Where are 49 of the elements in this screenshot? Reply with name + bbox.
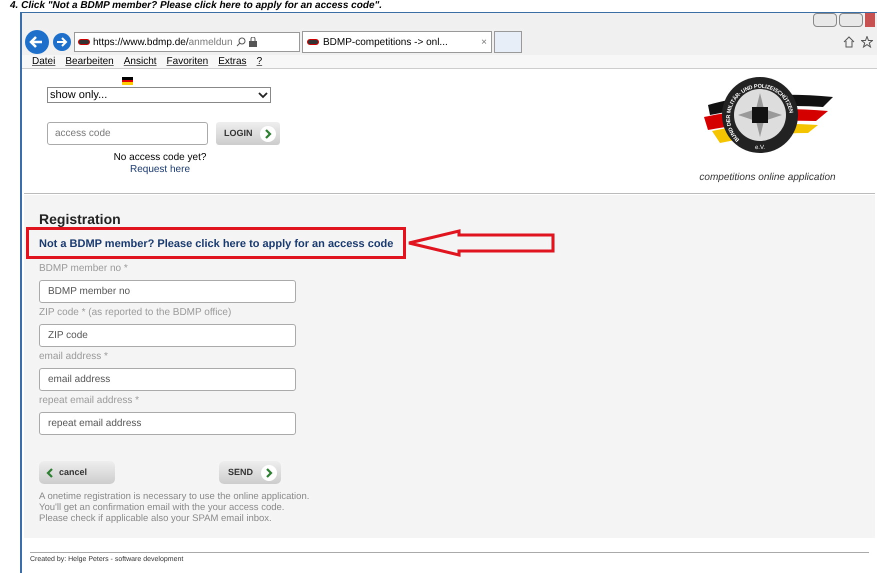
menu-item[interactable]: Bearbeiten bbox=[65, 54, 114, 69]
menu-item[interactable]: Extras bbox=[218, 54, 247, 69]
back-button[interactable] bbox=[24, 29, 50, 55]
site-icon bbox=[307, 39, 319, 45]
minimize-button[interactable] bbox=[813, 13, 837, 27]
menu-item[interactable]: Favoriten bbox=[166, 54, 208, 69]
url-text: https://www.bdmp.de/anmeldun bbox=[93, 36, 233, 50]
tab-close[interactable]: × bbox=[481, 34, 487, 50]
address-bar[interactable]: https://www.bdmp.de/anmeldun bbox=[74, 32, 300, 52]
text-field[interactable]: ZIP code bbox=[39, 324, 296, 347]
lock-icon bbox=[248, 37, 257, 47]
chevron-left-icon bbox=[45, 468, 55, 478]
text-field[interactable]: repeat email address bbox=[39, 412, 296, 435]
field-label: email address * bbox=[39, 350, 109, 364]
field-label: ZIP code * (as reported to the BDMP office) bbox=[39, 306, 232, 320]
search-icon bbox=[236, 37, 246, 47]
arrow-icon bbox=[407, 229, 556, 257]
site-icon bbox=[78, 39, 90, 45]
note-text: You'll get an confirmation email with the your access code. bbox=[39, 502, 286, 513]
note-text: A onetime registration is necessary to use the online application. bbox=[39, 491, 310, 502]
chevron-right-icon bbox=[264, 468, 274, 478]
request-link[interactable]: Request here bbox=[130, 164, 190, 176]
home-icon[interactable] bbox=[843, 36, 855, 48]
flag-icon[interactable] bbox=[122, 77, 133, 85]
note-text: Please check if applicable also your SPAM email inbox. bbox=[39, 513, 273, 524]
field-label: BDMP member no * bbox=[39, 262, 129, 276]
menu-item[interactable]: Ansicht bbox=[124, 54, 157, 69]
browser-tab[interactable]: BDMP-competitions -> onl... × bbox=[302, 31, 492, 53]
maximize-button[interactable] bbox=[839, 13, 863, 27]
registration-heading: Registration bbox=[39, 211, 122, 227]
caption: 4. Click "Not a BDMP member? Please click here to apply for an access code". bbox=[8, 0, 384, 12]
apply-link[interactable]: Not a BDMP member? Please click here to apply for an access code bbox=[39, 238, 394, 250]
star-icon[interactable] bbox=[861, 36, 873, 48]
chevron-right-icon bbox=[263, 128, 273, 138]
no-access-code-text: No access code yet? bbox=[114, 152, 206, 164]
text-field[interactable]: BDMP member no bbox=[39, 280, 296, 303]
chevron-down-icon bbox=[258, 92, 268, 98]
send-button[interactable]: SEND bbox=[219, 461, 281, 484]
tab-title: BDMP-competitions -> onl... bbox=[323, 36, 448, 50]
menu-item[interactable]: Datei bbox=[32, 54, 56, 69]
access-code-field[interactable]: access code bbox=[47, 122, 208, 145]
login-button[interactable]: LOGIN bbox=[216, 122, 280, 145]
tagline: competitions online application bbox=[699, 171, 836, 185]
cancel-button[interactable]: cancel bbox=[39, 461, 115, 484]
field-label: repeat email address * bbox=[39, 394, 140, 408]
text-field[interactable]: email address bbox=[39, 368, 296, 391]
show-only-select[interactable]: show only... bbox=[47, 87, 271, 103]
menu-item[interactable]: ? bbox=[256, 54, 262, 69]
forward-button[interactable] bbox=[52, 32, 72, 52]
